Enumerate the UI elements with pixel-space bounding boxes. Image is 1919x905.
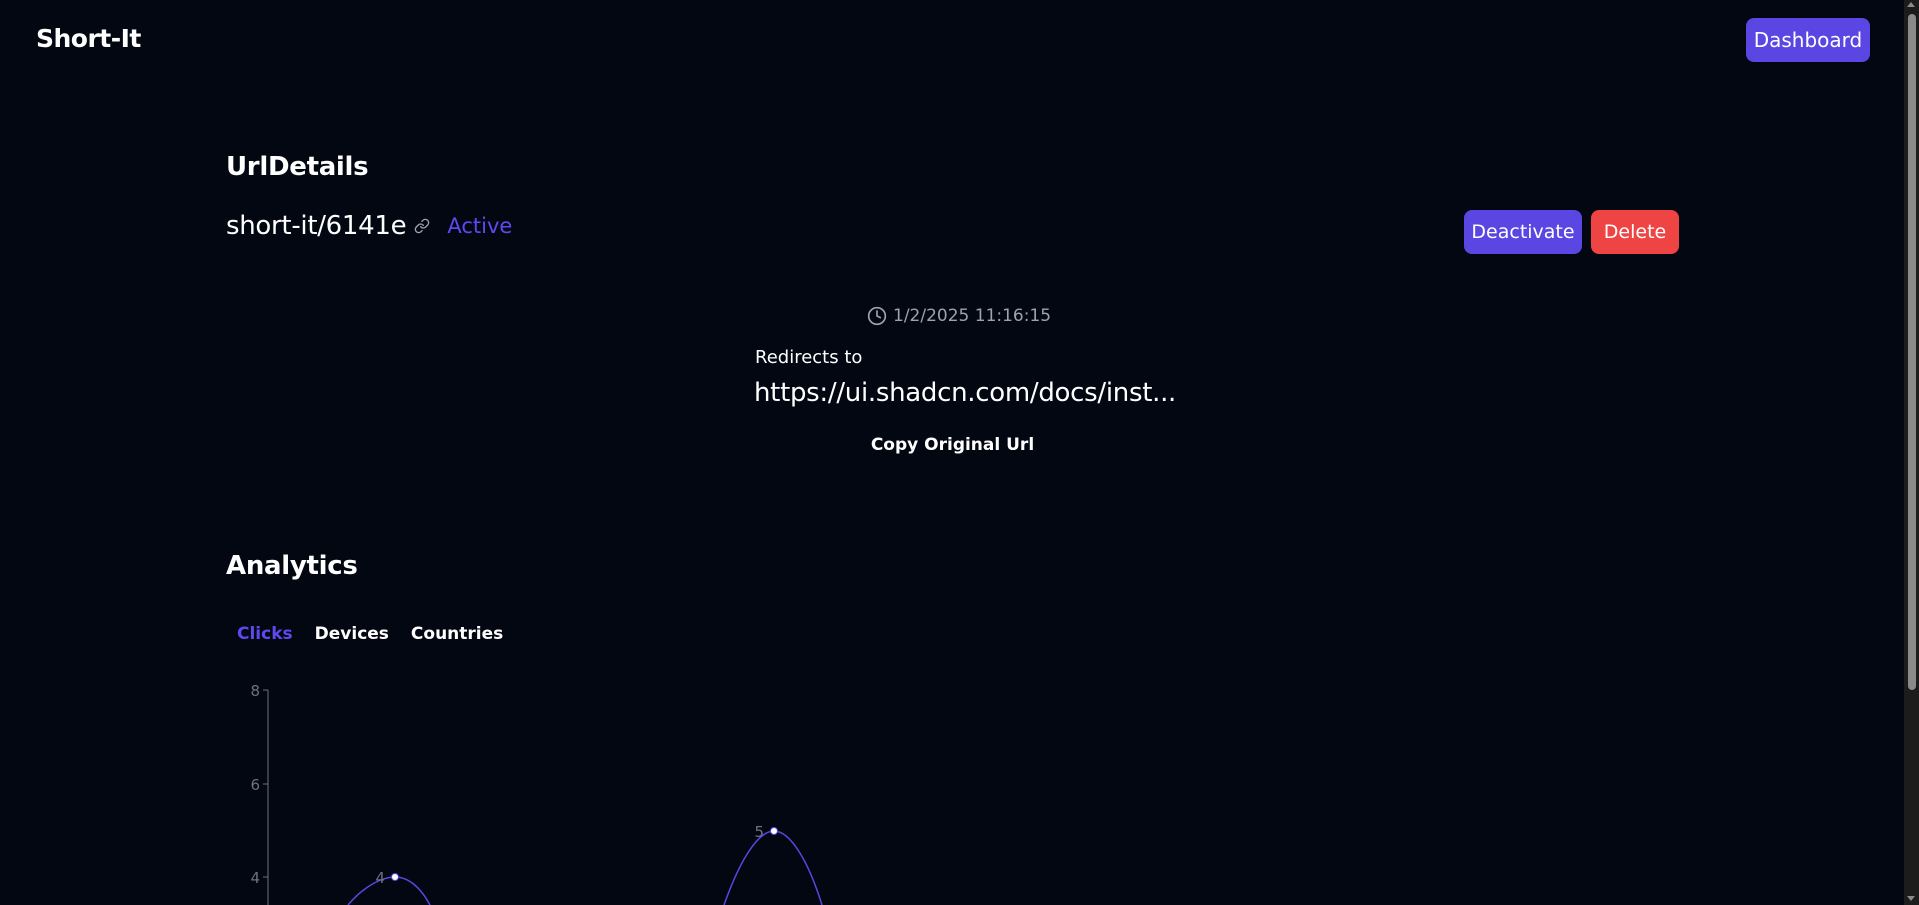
page-title: UrlDetails: [226, 152, 369, 182]
timestamp-text: 1/2/2025 11:16:15: [893, 306, 1052, 326]
tab-devices[interactable]: Devices: [304, 620, 400, 648]
status-badge: Active: [447, 214, 513, 238]
series-line: [723, 830, 823, 905]
analytics-title: Analytics: [226, 551, 358, 581]
y-tick-label: 4: [250, 869, 260, 887]
scroll-thumb[interactable]: [1908, 14, 1916, 690]
y-axis: 8 6 4: [250, 682, 269, 905]
delete-button[interactable]: Delete: [1591, 210, 1679, 254]
original-url[interactable]: https://ui.shadcn.com/docs/inst...: [754, 378, 1176, 408]
copy-original-url-button[interactable]: Copy Original Url: [870, 432, 1035, 458]
data-label: 4: [375, 869, 385, 887]
data-point: [391, 873, 399, 881]
scroll-up-icon[interactable]: [1907, 2, 1915, 7]
scroll-down-icon[interactable]: [1907, 896, 1915, 901]
data-label: 5: [754, 823, 764, 841]
clock-icon: [867, 306, 887, 326]
tab-clicks[interactable]: Clicks: [226, 620, 304, 648]
brand-logo[interactable]: Short-It: [36, 24, 141, 53]
page-scrollbar[interactable]: [1904, 0, 1919, 905]
short-url-row: short-it/6141e Active: [226, 211, 512, 241]
short-url-text: short-it/6141e: [226, 211, 407, 241]
dashboard-button[interactable]: Dashboard: [1746, 18, 1870, 62]
redirects-label: Redirects to: [755, 347, 863, 368]
data-point: [770, 827, 778, 835]
y-tick-label: 8: [250, 682, 260, 700]
top-navbar: Short-It Dashboard: [0, 0, 1904, 80]
deactivate-button[interactable]: Deactivate: [1464, 210, 1582, 254]
analytics-tabs: Clicks Devices Countries: [226, 620, 514, 648]
series-line: [347, 876, 431, 905]
created-timestamp: 1/2/2025 11:16:15: [867, 306, 1051, 326]
tab-countries[interactable]: Countries: [400, 620, 514, 648]
link-icon[interactable]: [412, 216, 432, 236]
y-tick-label: 6: [250, 776, 260, 794]
